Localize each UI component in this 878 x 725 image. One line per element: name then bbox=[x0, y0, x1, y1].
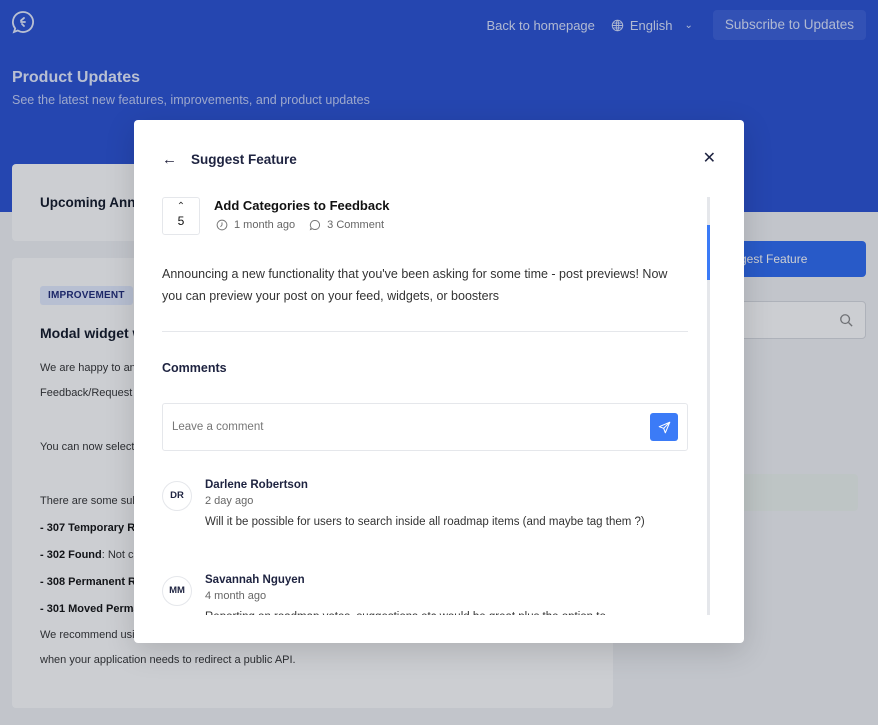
clock-icon bbox=[216, 219, 228, 231]
avatar: MM bbox=[162, 576, 192, 606]
divider bbox=[162, 331, 688, 332]
comment-icon bbox=[309, 220, 321, 231]
comment-text: Will it be possible for users to search … bbox=[205, 516, 645, 528]
upvote-button[interactable]: ⌃ 5 bbox=[162, 197, 200, 235]
close-icon[interactable]: ✕ bbox=[703, 148, 716, 168]
send-icon bbox=[658, 421, 670, 433]
comment-time: 2 day ago bbox=[205, 495, 254, 507]
feature-meta: 1 month ago 3 Comment bbox=[216, 219, 384, 231]
back-arrow-icon[interactable]: ← bbox=[162, 151, 177, 168]
comment-author: Darlene Robertson bbox=[205, 479, 308, 491]
comment-text: Reporting on roadmap votes, suggestions … bbox=[205, 609, 645, 615]
feature-comment-count: 3 Comment bbox=[327, 219, 385, 231]
comment-input-box bbox=[162, 403, 688, 451]
comment-time: 4 month ago bbox=[205, 590, 267, 602]
feature-description: Announcing a new functionality that you'… bbox=[162, 267, 668, 303]
comment-input[interactable] bbox=[172, 404, 632, 450]
scrollbar-thumb[interactable] bbox=[707, 225, 710, 280]
comments-heading: Comments bbox=[162, 361, 227, 375]
feature-title: Add Categories to Feedback bbox=[214, 198, 390, 213]
suggest-feature-modal: ← Suggest Feature ✕ ⌃ 5 Add Categories t… bbox=[134, 120, 744, 643]
modal-header: ← Suggest Feature ✕ bbox=[162, 148, 716, 170]
comment-author: Savannah Nguyen bbox=[205, 574, 305, 586]
feature-time: 1 month ago bbox=[234, 219, 296, 231]
send-comment-button[interactable] bbox=[650, 413, 678, 441]
vote-count: 5 bbox=[177, 214, 185, 228]
modal-title: Suggest Feature bbox=[191, 151, 297, 167]
chevron-up-icon: ⌃ bbox=[176, 201, 186, 212]
modal-scrollbar[interactable] bbox=[707, 197, 710, 615]
avatar: DR bbox=[162, 481, 192, 511]
modal-scroll-area: ⌃ 5 Add Categories to Feedback 1 month a… bbox=[162, 197, 688, 615]
